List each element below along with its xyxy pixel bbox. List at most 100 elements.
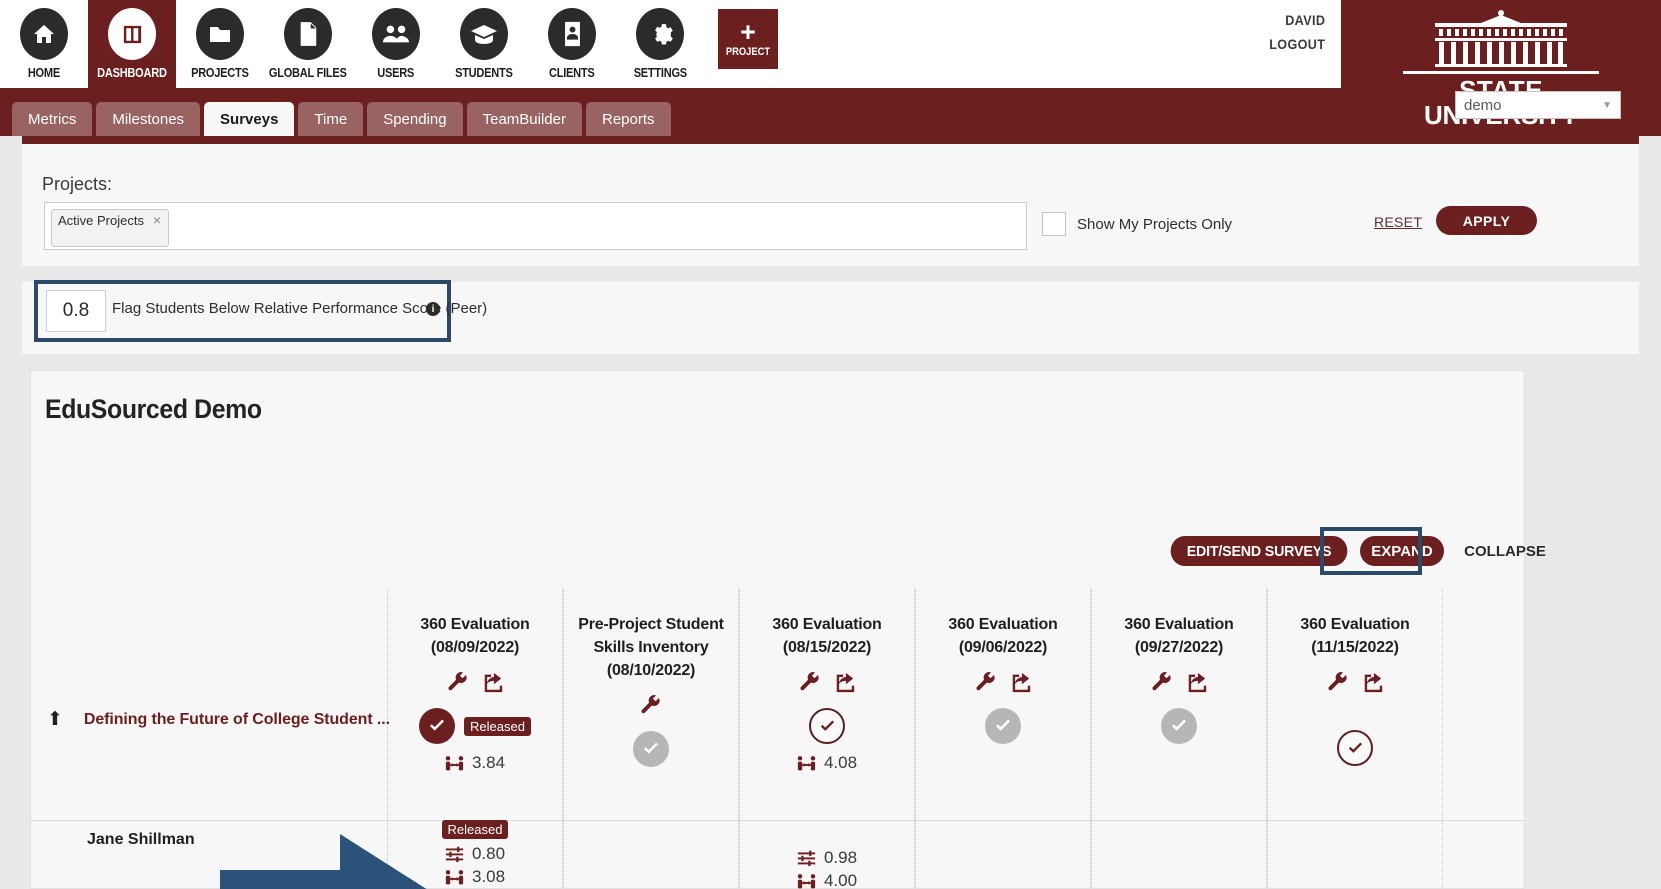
nav-item-clients[interactable]: CLIENTS: [528, 0, 616, 88]
status-badge[interactable]: [809, 708, 845, 744]
survey-column-header-5: 360 Evaluation (09/27/2022): [1092, 613, 1266, 844]
student-score-value: 4.00: [823, 871, 858, 889]
survey-date-line: (09/06/2022): [958, 639, 1048, 656]
wrench-icon[interactable]: [640, 694, 662, 716]
apply-button[interactable]: APPLY: [1436, 206, 1537, 235]
peer-group-icon: [445, 755, 464, 772]
show-my-projects-checkbox[interactable]: [1042, 212, 1066, 236]
survey-date-line: (08/15/2022): [782, 639, 872, 656]
survey-title-line: Pre-Project Student: [578, 616, 724, 633]
survey-column-title-6: 360 Evaluation (11/15/2022): [1268, 613, 1442, 659]
share-icon[interactable]: [1362, 671, 1384, 693]
nav-item-dashboard[interactable]: DASHBOARD: [88, 0, 176, 88]
survey-column-actions-4: [916, 671, 1090, 693]
nav-item-home[interactable]: HOME: [0, 0, 88, 88]
share-icon[interactable]: [834, 671, 856, 693]
nav-item-projects[interactable]: PROJECTS: [176, 0, 264, 88]
plus-icon: +: [740, 16, 756, 47]
logout-link[interactable]: LOGOUT: [1269, 36, 1325, 52]
survey-status-2: [564, 729, 738, 769]
status-badge[interactable]: [1161, 708, 1197, 744]
student-score-value: 3.08: [471, 867, 506, 886]
wrench-icon[interactable]: [1151, 671, 1173, 693]
wrench-icon[interactable]: [799, 671, 821, 693]
tab-teambuilder[interactable]: TeamBuilder: [466, 102, 582, 136]
project-name[interactable]: Defining the Future of College Student .…: [84, 711, 390, 729]
tab-spending[interactable]: Spending: [367, 102, 463, 136]
page-title: EduSourced Demo: [45, 394, 262, 424]
survey-column-header-4: 360 Evaluation (09/06/2022): [916, 613, 1090, 844]
projects-filter-input[interactable]: Active Projects ×: [44, 202, 1027, 250]
student-name[interactable]: Jane Shillman: [87, 831, 195, 849]
nav-item-students[interactable]: STUDENTS: [440, 0, 528, 88]
survey-column-actions-6: [1268, 671, 1442, 693]
projects-filter-label: Projects:: [42, 174, 113, 194]
share-icon[interactable]: [1186, 671, 1208, 693]
status-badge[interactable]: [985, 708, 1021, 744]
survey-column-header-6: 360 Evaluation (11/15/2022): [1268, 613, 1442, 844]
nav-item-settings[interactable]: SETTINGS: [616, 0, 704, 88]
survey-column-header-3: 360 Evaluation (08/15/2022) 4.08: [740, 613, 914, 844]
file-icon: [284, 8, 332, 60]
folder-icon: [196, 8, 244, 60]
add-project-button[interactable]: + PROJECT: [718, 9, 778, 69]
peer-group-icon: [445, 869, 464, 886]
survey-column-header-2: Pre-Project Student Skills Inventory (08…: [564, 613, 738, 844]
expand-arrow-icon[interactable]: ⬆: [47, 708, 63, 731]
status-badge[interactable]: [633, 731, 669, 767]
share-icon[interactable]: [1010, 671, 1032, 693]
primary-nav: HOME DASHBOARD PROJECTS GLOBAL FILES USE…: [0, 0, 778, 88]
nav-label-dashboard: DASHBOARD: [97, 65, 167, 80]
filter-token-active-projects[interactable]: Active Projects ×: [51, 209, 169, 247]
survey-date-line: (08/09/2022): [430, 639, 520, 656]
survey-column-title-5: 360 Evaluation (09/27/2022): [1092, 613, 1266, 659]
student-score-value: 0.80: [471, 844, 506, 863]
account-username[interactable]: DAVID: [1269, 12, 1325, 28]
nav-item-users[interactable]: USERS: [352, 0, 440, 88]
student-score-row: 3.08: [445, 867, 505, 887]
tab-metrics[interactable]: Metrics: [12, 102, 93, 136]
survey-date-line: (08/10/2022): [606, 662, 696, 679]
survey-column-3: 360 Evaluation (08/15/2022) 4.08: [739, 589, 915, 889]
project-row[interactable]: ⬆ Defining the Future of College Student…: [47, 708, 390, 731]
tab-reports[interactable]: Reports: [585, 102, 671, 136]
tab-surveys[interactable]: Surveys: [204, 102, 295, 136]
reset-link[interactable]: RESET: [1374, 214, 1422, 230]
nav-label-users: USERS: [377, 65, 415, 80]
wrench-icon[interactable]: [1327, 671, 1349, 693]
status-badge[interactable]: [1337, 730, 1373, 766]
student-score-row: 4.00: [797, 871, 857, 889]
status-badge[interactable]: [419, 708, 456, 744]
survey-grid: 360 Evaluation (08/09/2022) Released 3.8…: [31, 589, 1526, 889]
survey-date-line: (11/15/2022): [1311, 639, 1399, 656]
dashboard-icon: [108, 8, 156, 60]
tab-time[interactable]: Time: [298, 102, 364, 136]
wrench-icon[interactable]: [447, 671, 469, 693]
logo-divider: [1403, 70, 1599, 74]
survey-score-1: 3.84: [388, 753, 562, 773]
survey-title-line: 360 Evaluation: [1124, 616, 1234, 633]
tab-milestones[interactable]: Milestones: [96, 102, 201, 136]
survey-column-actions-5: [1092, 671, 1266, 693]
close-icon[interactable]: ×: [153, 213, 161, 228]
account-dropdown[interactable]: demo ▼: [1455, 91, 1621, 119]
survey-column-title-2: Pre-Project Student Skills Inventory (08…: [564, 613, 738, 682]
nav-label-clients: CLIENTS: [549, 65, 595, 80]
survey-column-2: Pre-Project Student Skills Inventory (08…: [563, 589, 739, 889]
student-cell-1: Released 0.80 3.08 4: [387, 820, 563, 889]
survey-column-title-1: 360 Evaluation (08/09/2022): [388, 613, 562, 659]
wrench-icon[interactable]: [975, 671, 997, 693]
survey-column-5: 360 Evaluation (09/27/2022): [1091, 589, 1267, 889]
nav-label-students: STUDENTS: [455, 65, 513, 80]
survey-score-value: 4.08: [823, 753, 858, 772]
account-dropdown-value: demo: [1464, 96, 1502, 114]
flag-score-input[interactable]: 0.8: [46, 290, 106, 332]
share-icon[interactable]: [482, 671, 504, 693]
nav-item-global-files[interactable]: GLOBAL FILES: [264, 0, 352, 88]
survey-status-1: Released: [388, 706, 562, 746]
app-root: HOME DASHBOARD PROJECTS GLOBAL FILES USE…: [0, 0, 1661, 889]
student-cell-3: 0.98 4.00 3.88: [739, 848, 915, 889]
survey-column-actions-2: [564, 694, 738, 716]
collapse-button[interactable]: COLLAPSE: [1455, 536, 1555, 566]
info-icon[interactable]: i: [426, 302, 440, 316]
